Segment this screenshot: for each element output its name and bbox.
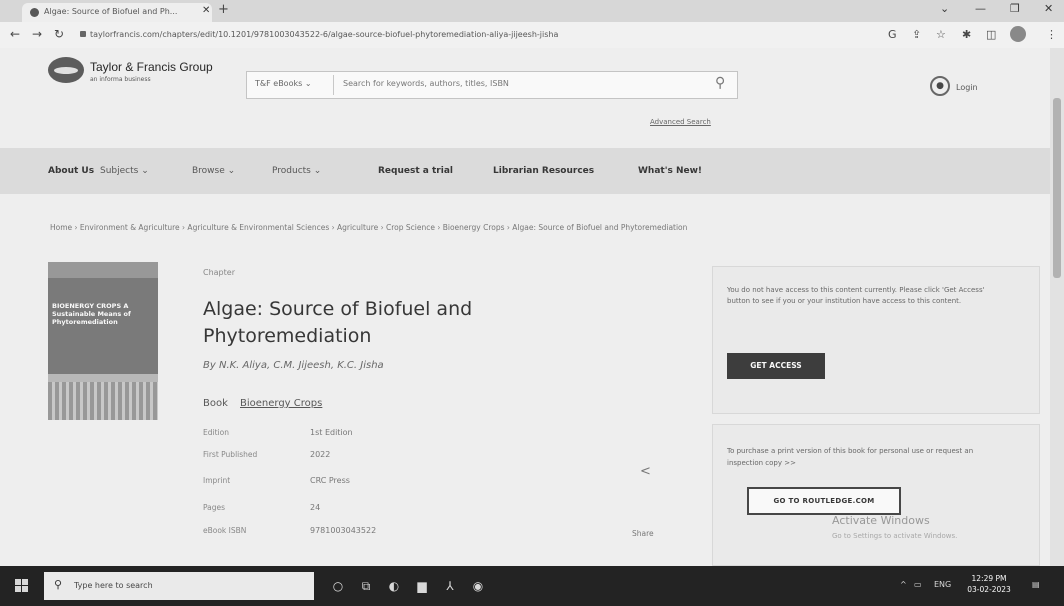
scrollbar-thumb[interactable] [1053, 98, 1061, 278]
windows-taskbar: ⚲ Type here to search ○ ⧉ ◐ ▆ ⅄ ◉ ^ ▭ EN… [0, 566, 1064, 606]
tab-title: Algae: Source of Biofuel and Ph... [44, 7, 178, 16]
cover-band [48, 262, 158, 278]
language-indicator[interactable]: ENG [934, 580, 951, 589]
google-lens-icon[interactable]: G [888, 28, 897, 41]
taskbar-search-box[interactable]: ⚲ Type here to search [44, 572, 314, 600]
meta-key-first-published: First Published [203, 450, 258, 459]
search-icon[interactable]: ⚲ [715, 75, 725, 91]
nav-products[interactable]: Products ⌄ [272, 166, 321, 176]
clock-time: 12:29 PM [971, 574, 1007, 583]
content-type-label: Chapter [203, 268, 235, 277]
meta-key-imprint: Imprint [203, 476, 231, 485]
minimize-icon[interactable]: — [975, 2, 986, 15]
cortana-icon[interactable]: ○ [328, 576, 348, 596]
search-divider [333, 75, 334, 95]
profile-avatar-icon[interactable] [1010, 26, 1026, 42]
close-tab-icon[interactable]: ✕ [202, 5, 210, 16]
new-tab-icon[interactable]: + [218, 2, 229, 17]
meta-value-edition: 1st Edition [310, 428, 353, 437]
login-link[interactable]: Login [956, 83, 978, 92]
address-bar: ← → ↻ taylorfrancis.com/chapters/edit/10… [0, 22, 1064, 49]
activate-windows-title: Activate Windows [832, 514, 930, 527]
nav-request-trial[interactable]: Request a trial [378, 166, 453, 176]
extensions-icon[interactable]: ✱ [962, 28, 971, 41]
meta-value-pages: 24 [310, 503, 321, 512]
share-label[interactable]: Share [632, 529, 654, 538]
book-cover-image[interactable]: BIOENERGY CROPS A Sustainable Means of P… [48, 262, 158, 420]
side-panel-icon[interactable]: ◫ [986, 28, 996, 41]
brand-subtitle: an informa business [90, 76, 151, 83]
acrobat-icon[interactable]: ⅄ [440, 576, 460, 596]
menu-kebab-icon[interactable]: ⋮ [1046, 28, 1057, 41]
chevron-down-icon: ⌄ [313, 166, 322, 176]
windows-start-icon[interactable] [15, 579, 28, 592]
nav-about-us[interactable]: About Us [48, 166, 94, 176]
system-clock[interactable]: 12:29 PM 03-02-2023 [964, 573, 1014, 595]
nav-browse[interactable]: Browse ⌄ [192, 166, 235, 176]
brand-name[interactable]: Taylor & Francis Group [90, 60, 213, 74]
access-panel: You do not have access to this content c… [712, 266, 1040, 414]
web-page: Taylor & Francis Group an informa busine… [0, 48, 1050, 566]
cover-landscape [48, 374, 158, 420]
url-field[interactable]: taylorfrancis.com/chapters/edit/10.1201/… [90, 27, 870, 43]
nav-whats-new[interactable]: What's New! [638, 166, 702, 176]
close-window-icon[interactable]: ✕ [1044, 2, 1053, 15]
meta-key-pages: Pages [203, 503, 226, 512]
go-to-routledge-button[interactable]: GO TO ROUTLEDGE.COM [747, 487, 901, 515]
show-hidden-icons[interactable]: ^ [900, 580, 907, 589]
back-icon[interactable]: ← [10, 27, 20, 41]
clock-date: 03-02-2023 [967, 585, 1011, 594]
chevron-down-icon: ⌄ [141, 166, 149, 176]
meta-value-ebook-isbn: 9781003043522 [310, 526, 377, 535]
share-page-icon[interactable]: ⇪ [912, 28, 921, 41]
forward-icon[interactable]: → [32, 27, 42, 41]
meta-key-ebook-isbn: eBook ISBN [203, 526, 247, 535]
browser-tab-strip: Algae: Source of Biofuel and Ph... ✕ + ⌄… [0, 0, 1064, 22]
nav-librarian-resources[interactable]: Librarian Resources [493, 166, 594, 176]
restore-icon[interactable]: ❐ [1010, 2, 1020, 15]
activate-windows-subtitle: Go to Settings to activate Windows. [832, 532, 958, 540]
advanced-search-link[interactable]: Advanced Search [650, 118, 711, 126]
network-icon[interactable]: ▭ [914, 580, 922, 589]
share-icon[interactable]: < [640, 464, 651, 479]
chevron-down-icon: ⌄ [227, 166, 236, 176]
search-scope-select[interactable]: T&F eBooks ⌄ [255, 79, 312, 88]
bookmark-star-icon[interactable]: ☆ [936, 28, 946, 41]
site-favicon-icon [30, 8, 39, 17]
chapter-authors[interactable]: By N.K. Aliya, C.M. Jijeesh, K.C. Jisha [203, 360, 384, 371]
book-label: Book [203, 398, 228, 409]
browser-tab[interactable]: Algae: Source of Biofuel and Ph... ✕ [22, 3, 212, 22]
cover-title: BIOENERGY CROPS A Sustainable Means of P… [52, 302, 131, 326]
chrome-icon[interactable]: ◉ [468, 576, 488, 596]
taskbar-search-input[interactable]: Type here to search [74, 581, 153, 590]
search-icon: ⚲ [54, 578, 63, 591]
edge-icon[interactable]: ◐ [384, 576, 404, 596]
taylor-francis-logo-icon[interactable] [48, 57, 84, 83]
lock-icon[interactable] [80, 31, 86, 37]
chapter-title: Algae: Source of Biofuel and Phytoremedi… [203, 298, 473, 347]
book-title-link[interactable]: Bioenergy Crops [240, 398, 322, 409]
purchase-message[interactable]: To purchase a print version of this book… [727, 445, 997, 469]
nav-subjects[interactable]: Subjects ⌄ [100, 166, 149, 176]
notifications-icon[interactable]: ▤ [1032, 580, 1040, 589]
tab-search-icon[interactable]: ⌄ [940, 2, 949, 15]
user-icon[interactable]: ● [930, 76, 950, 96]
breadcrumb[interactable]: Home › Environment & Agriculture › Agric… [50, 223, 1040, 232]
task-view-icon[interactable]: ⧉ [356, 576, 376, 596]
file-explorer-icon[interactable]: ▆ [412, 576, 432, 596]
meta-value-imprint: CRC Press [310, 476, 350, 485]
meta-value-first-published: 2022 [310, 450, 331, 459]
search-input[interactable]: Search for keywords, authors, titles, IS… [343, 79, 509, 88]
main-nav: About Us Subjects ⌄ Browse ⌄ Products ⌄ … [0, 148, 1050, 194]
access-message: You do not have access to this content c… [727, 286, 985, 305]
purchase-panel: To purchase a print version of this book… [712, 424, 1040, 566]
search-bar: T&F eBooks ⌄ Search for keywords, author… [246, 71, 738, 99]
page-scrollbar[interactable] [1050, 48, 1064, 566]
meta-key-edition: Edition [203, 428, 229, 437]
reload-icon[interactable]: ↻ [54, 27, 64, 41]
get-access-button[interactable]: GET ACCESS [727, 353, 825, 379]
